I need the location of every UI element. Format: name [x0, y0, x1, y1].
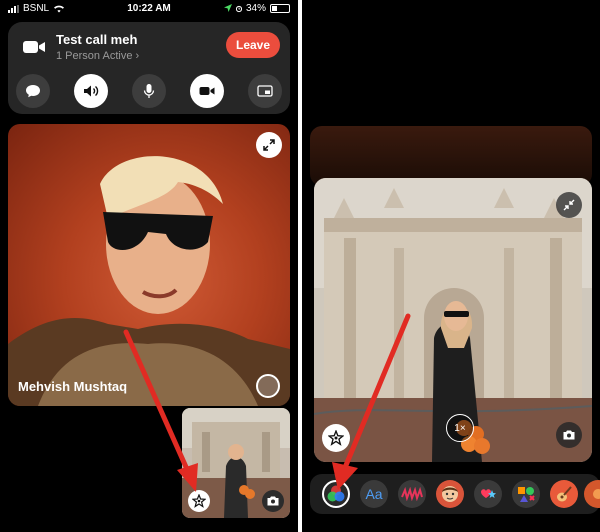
leave-button[interactable]: Leave [226, 32, 280, 58]
more-sticker-icon [593, 489, 600, 499]
self-view-expanded[interactable]: 1× [314, 178, 592, 462]
chevron-right-icon: › [135, 50, 140, 62]
call-controls [8, 74, 290, 108]
call-info-card: Test call meh 1 Person Active › Leave [8, 22, 290, 114]
self-view-thumbnail[interactable] [182, 408, 290, 518]
shapes-icon [401, 487, 423, 501]
message-icon [26, 85, 40, 98]
dimmed-remote-video [310, 126, 592, 186]
effects-button-active[interactable] [322, 424, 350, 452]
mute-button[interactable] [132, 74, 166, 108]
shapes-sticker-button[interactable] [512, 480, 540, 508]
call-participants-link[interactable]: 1 Person Active › [56, 50, 139, 62]
facetime-effects-screen: 1× Aa [302, 0, 600, 532]
expand-button[interactable] [256, 132, 282, 158]
filters-button[interactable] [322, 480, 350, 508]
call-subtitle: 1 Person Active [56, 50, 133, 62]
collapse-button[interactable] [556, 192, 582, 218]
speaker-button[interactable] [74, 74, 108, 108]
zoom-button[interactable]: 1× [446, 414, 474, 442]
shapes-button[interactable] [398, 480, 426, 508]
more-sticker-button[interactable] [584, 480, 600, 508]
microphone-icon [143, 84, 155, 98]
participant-name: Mehvish Mushtaq [18, 379, 128, 394]
guitar-sticker-button[interactable] [550, 480, 578, 508]
stickers-button[interactable] [474, 480, 502, 508]
filters-icon [327, 485, 345, 502]
camera-flip-icon [563, 430, 575, 440]
facetime-call-screen: BSNL 10:22 AM 34% Test call meh 1 Person… [0, 0, 298, 532]
share-screen-icon [257, 85, 273, 97]
stickers-icon [481, 489, 496, 498]
location-icon [223, 4, 232, 12]
battery-percent: 34% [245, 3, 266, 14]
collapse-arrows-icon [563, 199, 575, 211]
memoji-icon [442, 486, 458, 502]
star-effects-icon [328, 430, 344, 446]
status-right-group: 34% [223, 3, 290, 14]
message-button[interactable] [16, 74, 50, 108]
speaker-icon [84, 85, 99, 97]
camera-icon [199, 87, 215, 95]
camera-toggle-button[interactable] [190, 74, 224, 108]
battery-icon [270, 4, 290, 13]
flip-camera-button[interactable] [556, 422, 582, 448]
share-screen-button[interactable] [248, 74, 282, 108]
memoji-button[interactable] [436, 480, 464, 508]
participant-image [8, 156, 290, 406]
star-effects-icon [192, 494, 206, 508]
flip-camera-button[interactable] [262, 490, 284, 512]
guitar-sticker-icon [557, 486, 572, 502]
facetime-video-icon [23, 41, 45, 53]
effects-button[interactable] [188, 490, 210, 512]
call-title[interactable]: Test call meh [56, 32, 137, 47]
expand-arrows-icon [263, 139, 275, 151]
text-effects-button[interactable]: Aa [360, 480, 388, 508]
shapes-sticker-icon [518, 487, 535, 502]
alarm-icon [235, 5, 242, 13]
status-bar: BSNL 10:22 AM 34% [0, 0, 298, 18]
camera-flip-icon [267, 496, 279, 506]
effects-tray: Aa [310, 474, 600, 514]
live-photo-shutter-button[interactable] [256, 374, 280, 398]
remote-video-feed[interactable]: Mehvish Mushtaq [8, 124, 290, 406]
